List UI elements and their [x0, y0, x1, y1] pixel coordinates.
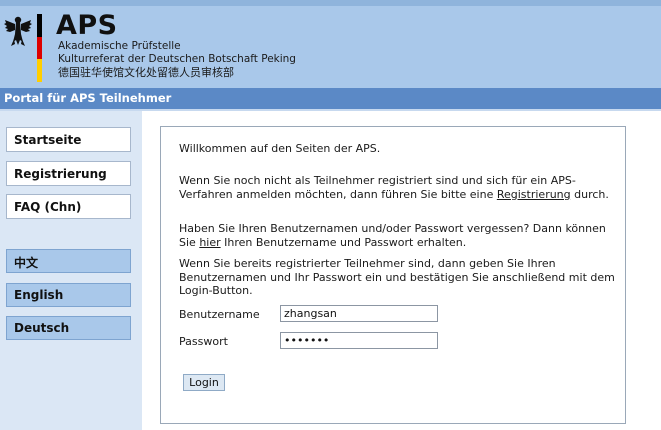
- welcome-heading: Willkommen auf den Seiten der APS.: [179, 142, 381, 155]
- site-header: APS Akademische Prüfstelle Kulturreferat…: [0, 0, 661, 88]
- lang-english[interactable]: English: [6, 283, 131, 307]
- lang-chinese[interactable]: 中文: [6, 249, 131, 273]
- portal-bar: Portal für APS Teilnehmer: [0, 88, 661, 109]
- flag-red: [37, 36, 42, 60]
- header-top-strip: [0, 0, 661, 6]
- nav-faq[interactable]: FAQ (Chn): [6, 194, 131, 219]
- org-name: Akademische Prüfstelle: [58, 40, 181, 52]
- password-label: Passwort: [179, 335, 228, 348]
- sidebar: Startseite Registrierung FAQ (Chn) 中文 En…: [0, 111, 142, 430]
- nav-startseite[interactable]: Startseite: [6, 127, 131, 152]
- password-input[interactable]: [280, 332, 438, 349]
- org-department: Kulturreferat der Deutschen Botschaft Pe…: [58, 53, 296, 65]
- nav-registrierung[interactable]: Registrierung: [6, 161, 131, 186]
- german-flag-stripe: [37, 14, 42, 82]
- username-label: Benutzername: [179, 308, 260, 321]
- org-name-chinese: 德国驻华使馆文化处留德人员审核部: [58, 66, 234, 79]
- app-title: APS: [56, 10, 118, 41]
- forgot-password-paragraph: Haben Sie Ihren Benutzernamen und/oder P…: [179, 222, 619, 249]
- forgot-password-link[interactable]: hier: [199, 236, 220, 249]
- portal-title: Portal für APS Teilnehmer: [4, 91, 172, 105]
- login-instructions: Wenn Sie bereits registrierter Teilnehme…: [179, 257, 615, 297]
- login-button[interactable]: Login: [183, 374, 225, 391]
- registration-paragraph: Wenn Sie noch nicht als Teilnehmer regis…: [179, 174, 619, 201]
- forgot-text-end: Ihren Benutzername und Passwort erhalten…: [220, 235, 467, 249]
- lang-deutsch[interactable]: Deutsch: [6, 316, 131, 340]
- federal-eagle-icon: [4, 16, 32, 46]
- welcome-panel: Willkommen auf den Seiten der APS. Wenn …: [160, 126, 626, 424]
- registration-text-end: durch.: [570, 187, 609, 201]
- username-input[interactable]: [280, 305, 438, 322]
- flag-black: [37, 14, 42, 37]
- registration-link[interactable]: Registrierung: [497, 188, 571, 201]
- flag-gold: [37, 59, 42, 82]
